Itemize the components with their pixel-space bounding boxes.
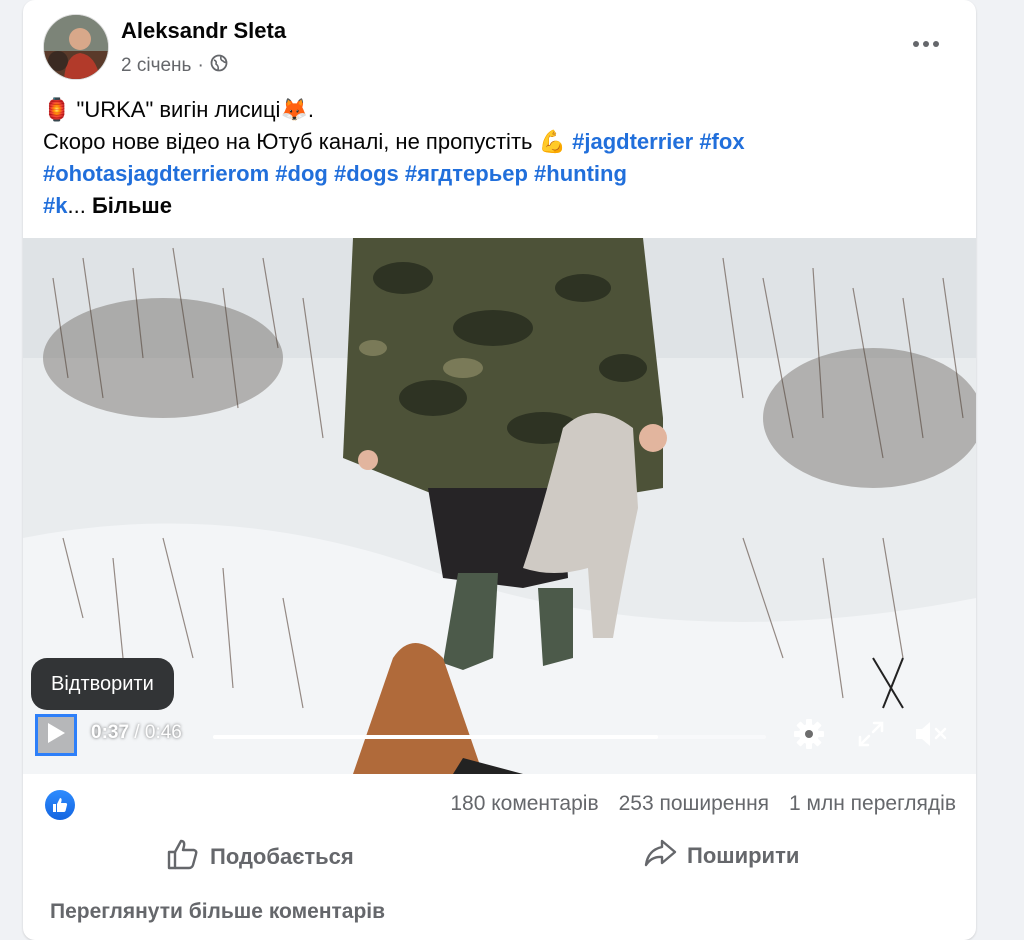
hashtag-link[interactable]: #dog [275,161,328,186]
hashtag-link[interactable]: #ягдтерьер [405,161,528,186]
share-button[interactable]: Поширити [643,838,799,874]
progress-fill [213,735,658,739]
video-time: 0:37 / 0:46 [91,722,182,744]
shares-count[interactable]: 253 поширення [619,792,769,816]
share-label: Поширити [687,843,800,868]
see-more-link[interactable]: Більше [92,193,172,218]
post-meta: 2 січень · [121,54,228,78]
share-arrow-icon [643,838,677,874]
period: . [307,97,314,122]
views-count: 1 млн переглядів [789,792,956,815]
play-icon [46,722,66,749]
more-horizontal-icon [913,41,919,47]
progress-bar[interactable] [213,735,766,739]
time-separator: / [129,722,145,743]
duration: 0:46 [144,722,182,743]
engagement-counts: 180 коментарів 253 поширення 1 млн перег… [450,792,956,816]
globe-icon [210,54,228,78]
post-text-line-4: #k... Більше [43,190,943,222]
hashtag-link[interactable]: #ohotasjagdterrierom [43,161,269,186]
post-card: Aleksandr Sleta 2 січень · 🏮 "URKA" вигі… [23,0,976,940]
view-more-comments-link[interactable]: Переглянути більше коментарів [50,900,385,924]
current-time: 0:37 [91,722,130,743]
ellipsis: ... [67,193,86,218]
settings-icon [793,718,825,755]
author-name[interactable]: Aleksandr Sleta [121,18,286,44]
fullscreen-icon [857,720,885,753]
fullscreen-button[interactable] [853,718,889,754]
post-title-text: "URKA" вигін лисиці [70,97,281,122]
post-text-line-3: #ohotasjagdterrierom #dog #dogs #ягдтерь… [43,158,943,190]
thumbs-up-icon [166,838,200,876]
post-stats: 180 коментарів 253 поширення 1 млн перег… [23,778,976,834]
play-tooltip: Відтворити [31,658,174,710]
like-label: Подобається [210,844,354,869]
play-button[interactable] [35,714,77,756]
muscle-emoji: 💪 [538,129,566,154]
hashtag-link[interactable]: #dogs [334,161,399,186]
comments-count[interactable]: 180 коментарів [450,792,598,816]
video-player[interactable]: Відтворити 0:37 / 0:46 [23,238,976,774]
lantern-emoji: 🏮 [43,97,71,122]
hashtag-link[interactable]: #jagdterrier [572,129,693,154]
post-text-line-2: Скоро нове відео на Ютуб каналі, не проп… [43,126,943,158]
fox-emoji: 🦊 [280,97,308,122]
post-text-line-1: 🏮 "URKA" вигін лисиці🦊. [43,94,943,126]
hashtag-link[interactable]: #k [43,193,67,218]
like-reaction-icon[interactable] [45,790,75,820]
meta-separator: · [197,55,204,76]
author-avatar[interactable] [43,14,109,80]
more-options-button[interactable] [906,30,946,58]
post-body-text: Скоро нове відео на Ютуб каналі, не проп… [43,129,539,154]
post-actions: Подобається Поширити [23,832,976,882]
post-header: Aleksandr Sleta 2 січень · [23,0,976,90]
post-text: 🏮 "URKA" вигін лисиці🦊. Скоро нове відео… [43,94,943,222]
hashtag-link[interactable]: #fox [699,129,744,154]
settings-button[interactable] [791,718,827,754]
hashtag-link[interactable]: #hunting [534,161,627,186]
muted-icon [913,719,949,754]
video-controls: 0:37 / 0:46 [23,704,976,774]
post-date[interactable]: 2 січень [121,55,191,77]
like-button[interactable]: Подобається [166,838,354,876]
mute-button[interactable] [913,718,949,754]
